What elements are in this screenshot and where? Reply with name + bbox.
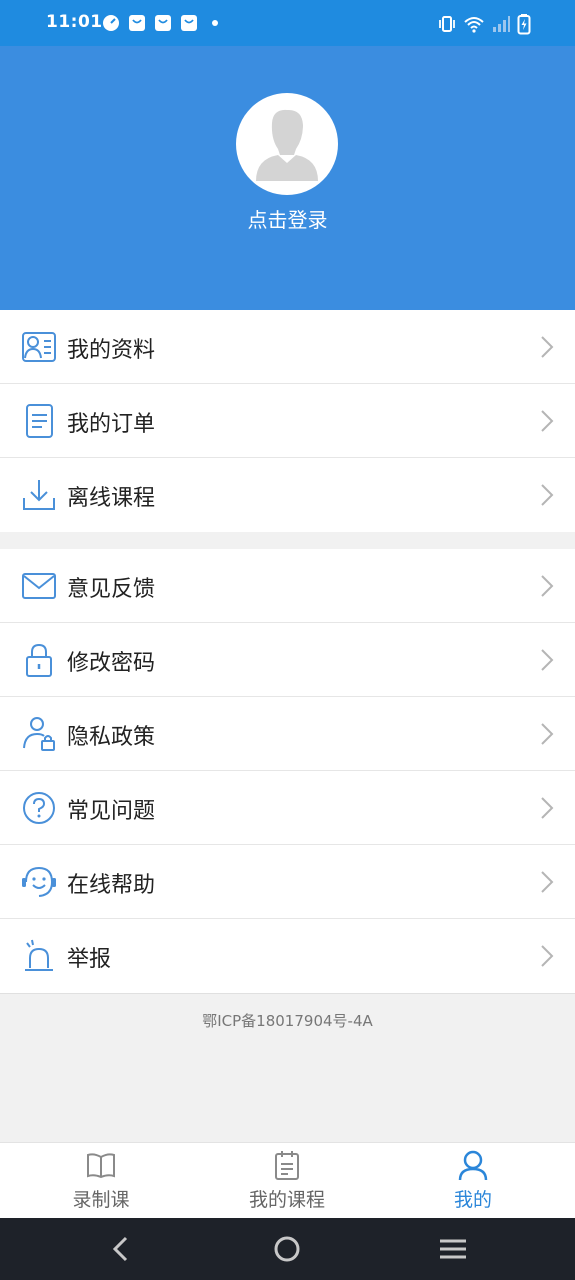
menu-item-label: 我的资料 [67,338,156,363]
menu-group-support: 意见反馈 修改密码 隐私政策 常见问题 在线帮助 举报 [0,549,575,994]
chevron-right-icon [541,649,554,671]
alarm-light-icon [25,939,53,971]
menu-item-label: 常见问题 [67,799,156,824]
menu-item-label: 在线帮助 [67,873,156,898]
menu-item-faq[interactable]: 常见问题 [0,771,575,845]
tab-label: 我的课程 [248,1189,325,1211]
order-document-icon [26,404,53,438]
chevron-right-icon [541,410,554,432]
tab-label: 录制课 [72,1189,130,1211]
signal-icon [493,16,510,32]
menu-item-privacy-policy[interactable]: 隐私政策 [0,697,575,771]
tab-label: 我的 [453,1189,492,1211]
menu-item-feedback[interactable]: 意见反馈 [0,549,575,623]
default-avatar-icon [256,109,318,181]
headset-smile-icon [22,866,56,897]
question-icon [23,792,55,824]
bag-icon [155,15,171,31]
book-icon [87,1153,115,1179]
bag-icon [129,15,145,31]
menu-item-report[interactable]: 举报 [0,919,575,993]
download-icon [23,480,55,510]
chevron-right-icon [541,797,554,819]
menu-item-my-orders[interactable]: 我的订单 [0,384,575,458]
tab-my-courses[interactable]: 我的课程 [192,1143,382,1219]
status-time: 11:01 [46,12,103,32]
profile-header: 点击登录 [0,46,575,310]
menu-item-my-profile[interactable]: 我的资料 [0,310,575,384]
chevron-right-icon [541,723,554,745]
icp-license-text: 鄂ICP备18017904号-4A [202,1012,373,1030]
profile-card-icon [22,332,56,362]
menu-icon[interactable] [436,1232,470,1266]
speedometer-icon [103,15,119,31]
menu-item-offline-courses[interactable]: 离线课程 [0,458,575,532]
chevron-right-icon [541,336,554,358]
status-notification-icons [102,14,224,32]
home-icon[interactable] [270,1232,304,1266]
menu-item-change-password[interactable]: 修改密码 [0,623,575,697]
bottom-tab-bar: 录制课 我的课程 我的 [0,1142,575,1218]
menu-item-label: 我的订单 [67,412,156,437]
lock-icon [26,643,52,677]
clipboard-icon [275,1151,299,1180]
bag-icon [181,15,197,31]
wifi-icon [464,17,484,33]
back-icon[interactable] [104,1232,138,1266]
menu-item-label: 举报 [67,947,112,972]
menu-group-account: 我的资料 我的订单 离线课程 [0,310,575,532]
chevron-right-icon [541,871,554,893]
system-navigation-bar [0,1218,575,1280]
chevron-right-icon [541,945,554,967]
avatar[interactable] [236,93,338,195]
vibrate-icon [439,16,455,32]
dot-icon [212,20,218,26]
menu-item-label: 离线课程 [67,486,156,511]
chevron-right-icon [541,575,554,597]
user-lock-icon [23,717,55,751]
menu-item-label: 隐私政策 [67,725,156,750]
battery-charging-icon [517,14,531,35]
chevron-right-icon [541,484,554,506]
menu-item-label: 意见反馈 [67,577,156,602]
person-icon [458,1150,488,1181]
menu-item-online-help[interactable]: 在线帮助 [0,845,575,919]
tab-recorded-courses[interactable]: 录制课 [6,1143,196,1219]
login-link[interactable]: 点击登录 [0,204,575,233]
tab-me[interactable]: 我的 [378,1143,568,1219]
envelope-icon [22,573,56,599]
status-bar: 11:01 [0,0,575,46]
menu-item-label: 修改密码 [67,651,156,676]
status-system-icons [437,13,531,35]
